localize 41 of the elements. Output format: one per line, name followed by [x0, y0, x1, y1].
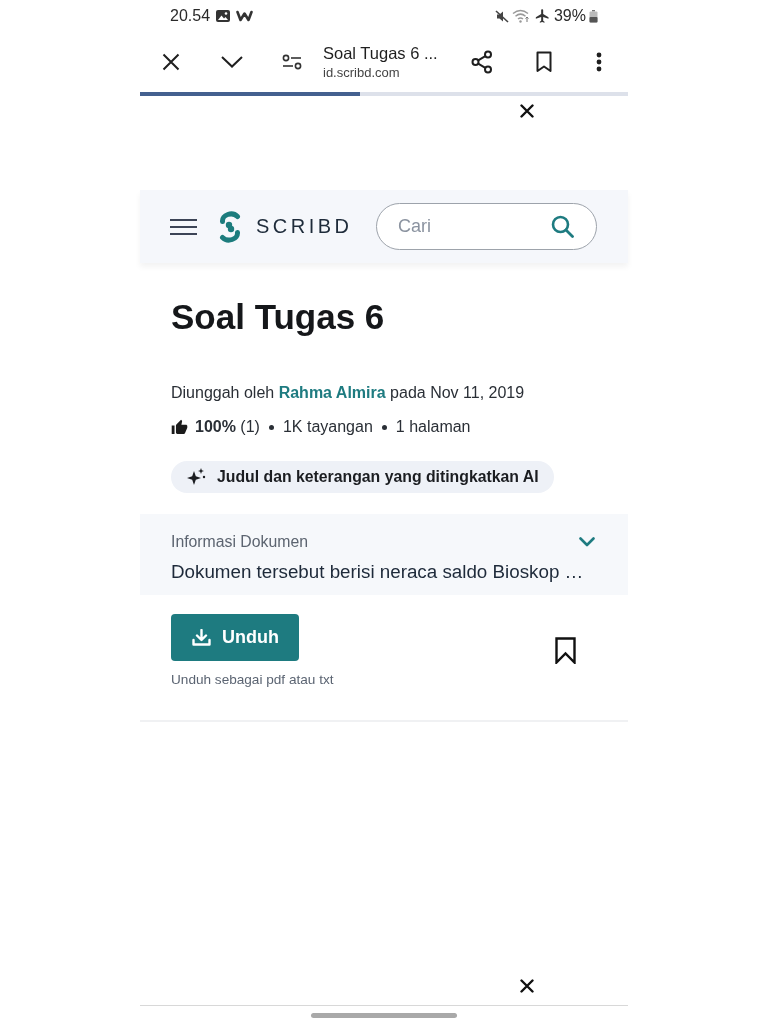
sparkle-icon	[186, 467, 206, 487]
stat-text: 1 halaman	[395, 417, 471, 437]
mute-icon	[494, 9, 509, 23]
share-icon[interactable]	[471, 50, 493, 74]
chevron-down-icon[interactable]	[221, 56, 243, 68]
battery-icon	[589, 9, 598, 23]
search-field[interactable]: Cari	[376, 203, 597, 250]
document-title: Soal Tugas 6	[171, 297, 385, 337]
document-info-panel[interactable]: Informasi Dokumen Dokumen tersebut berisi neraca saldo Bioskop …	[140, 514, 628, 595]
bookmark-icon[interactable]	[536, 51, 552, 73]
page-title: Soal Tugas 6 ...	[323, 43, 438, 64]
more-options-icon[interactable]	[596, 52, 602, 72]
thumbs-up-icon	[171, 418, 188, 436]
search-icon[interactable]	[551, 215, 574, 238]
status-time: 20.54	[170, 7, 211, 25]
image-icon	[216, 10, 231, 22]
close-icon[interactable]	[162, 53, 180, 71]
bookmark-icon[interactable]	[555, 637, 576, 664]
info-label: Informasi Dokumen	[171, 532, 308, 552]
menu-icon[interactable]	[170, 217, 197, 236]
upload-info: Diunggah oleh Rahma Almira pada Nov 11, 2019	[171, 383, 525, 403]
ai-badge-text: Judul dan keterangan yang ditingkatkan AI	[217, 468, 539, 486]
close-icon[interactable]	[520, 979, 534, 993]
battery-percent: 39%	[553, 7, 586, 25]
close-icon[interactable]	[520, 104, 534, 118]
bullet-icon	[268, 424, 274, 430]
zigzag-logo-icon	[236, 10, 254, 22]
stat-text: 100% (1)	[195, 417, 260, 437]
logo-wordmark[interactable]: SCRIBD	[256, 215, 353, 238]
bullet-icon	[381, 424, 387, 430]
download-button[interactable]: Unduh	[171, 614, 299, 661]
page-url: id.scribd.com	[323, 64, 400, 81]
stat-text: 1K tayangan	[282, 417, 373, 437]
wifi-icon	[511, 9, 531, 23]
tune-icon[interactable]	[282, 54, 302, 70]
author-link[interactable]: Rahma Almira	[278, 384, 386, 401]
info-description: Dokumen tersebut berisi neraca saldo Bioskop …	[171, 560, 584, 584]
logo-icon[interactable]	[218, 210, 242, 243]
download-note: Unduh sebagai pdf atau txt	[171, 672, 334, 688]
download-icon	[192, 629, 211, 646]
airplane-icon	[533, 8, 551, 24]
